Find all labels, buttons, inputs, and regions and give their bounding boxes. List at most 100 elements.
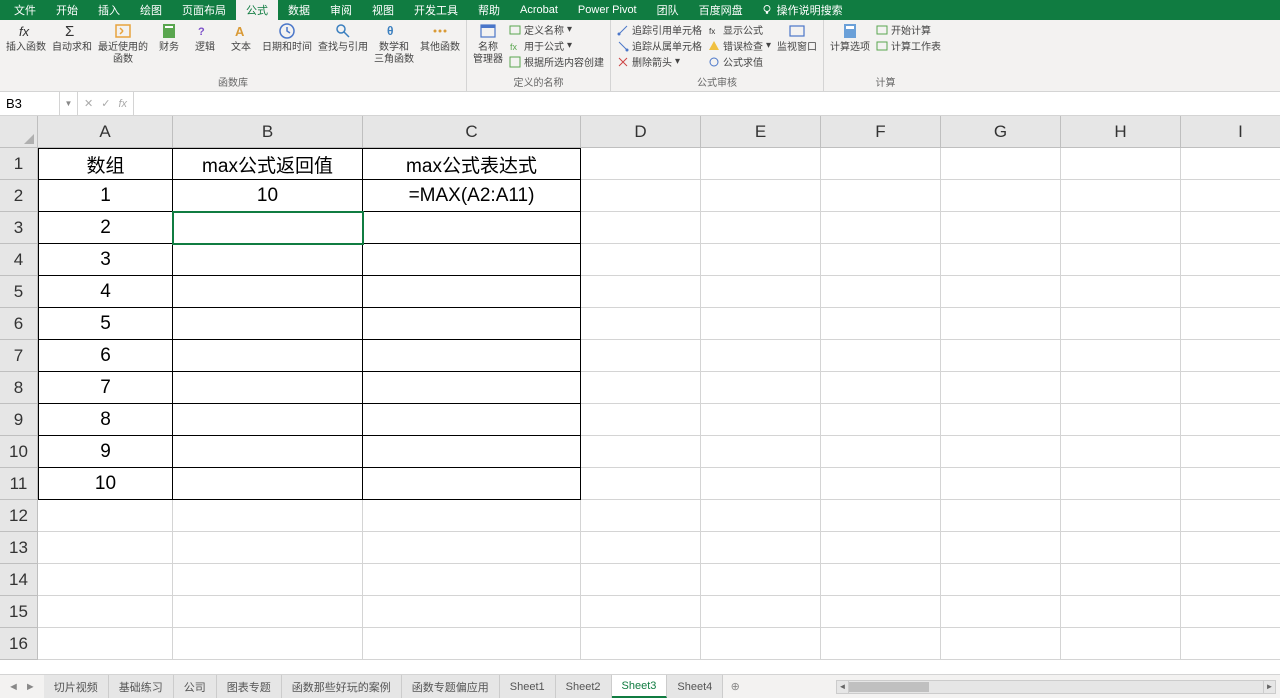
cell-C4[interactable] [363,244,581,276]
spreadsheet-grid[interactable]: ABCDEFGHI 12345678910111213141516 数组max公… [0,116,1280,692]
sheet-tab-3[interactable]: 图表专题 [217,675,282,698]
cell-G4[interactable] [941,244,1061,276]
name-box[interactable]: B3 [0,92,60,115]
cell-E11[interactable] [701,468,821,500]
cell-B12[interactable] [173,500,363,532]
scrollbar-thumb[interactable] [849,682,929,692]
cell-A15[interactable] [38,596,173,628]
logical-button[interactable]: ?逻辑 [190,22,220,54]
cell-H10[interactable] [1061,436,1181,468]
sheet-tab-5[interactable]: 函数专题偏应用 [402,675,500,698]
cell-F15[interactable] [821,596,941,628]
cell-I5[interactable] [1181,276,1280,308]
create-from-selection-button[interactable]: 根据所选内容创建 [509,54,604,69]
cell-G2[interactable] [941,180,1061,212]
cell-A1[interactable]: 数组 [38,148,173,180]
menu-tab-5[interactable]: 公式 [236,0,278,20]
use-in-formula-button[interactable]: fx用于公式 ▾ [509,38,604,53]
cell-H16[interactable] [1061,628,1181,660]
column-header-C[interactable]: C [363,116,581,148]
cell-D4[interactable] [581,244,701,276]
calculate-sheet-button[interactable]: 计算工作表 [876,38,941,53]
column-header-A[interactable]: A [38,116,173,148]
cell-A8[interactable]: 7 [38,372,173,404]
cell-G15[interactable] [941,596,1061,628]
cell-D14[interactable] [581,564,701,596]
cell-B16[interactable] [173,628,363,660]
cell-F7[interactable] [821,340,941,372]
cell-A7[interactable]: 6 [38,340,173,372]
column-header-G[interactable]: G [941,116,1061,148]
cell-G3[interactable] [941,212,1061,244]
cell-I8[interactable] [1181,372,1280,404]
cell-F1[interactable] [821,148,941,180]
insert-function-icon[interactable]: fx [118,98,127,110]
enter-formula-icon[interactable]: ✓ [101,97,110,110]
cell-G9[interactable] [941,404,1061,436]
row-header-4[interactable]: 4 [0,244,38,276]
menu-tab-4[interactable]: 页面布局 [172,0,236,20]
cell-F8[interactable] [821,372,941,404]
cell-F5[interactable] [821,276,941,308]
cell-B14[interactable] [173,564,363,596]
cell-D16[interactable] [581,628,701,660]
datetime-button[interactable]: 日期和时间 [262,22,312,54]
cell-D9[interactable] [581,404,701,436]
row-header-6[interactable]: 6 [0,308,38,340]
menu-tab-6[interactable]: 数据 [278,0,320,20]
lookup-button[interactable]: 查找与引用 [318,22,368,54]
row-header-3[interactable]: 3 [0,212,38,244]
cell-C3[interactable] [363,212,581,244]
cell-A11[interactable]: 10 [38,468,173,500]
cell-H6[interactable] [1061,308,1181,340]
menu-tab-2[interactable]: 插入 [88,0,130,20]
new-sheet-button[interactable]: ⊕ [723,680,747,693]
cell-G7[interactable] [941,340,1061,372]
row-header-14[interactable]: 14 [0,564,38,596]
row-header-9[interactable]: 9 [0,404,38,436]
cell-H13[interactable] [1061,532,1181,564]
cell-G16[interactable] [941,628,1061,660]
tell-me-search[interactable]: 操作说明搜索 [761,2,843,18]
cancel-formula-icon[interactable]: ✕ [84,97,93,110]
cell-C7[interactable] [363,340,581,372]
cell-A4[interactable]: 3 [38,244,173,276]
cell-A5[interactable]: 4 [38,276,173,308]
row-header-16[interactable]: 16 [0,628,38,660]
scroll-left-icon[interactable]: ◄ [837,681,849,693]
row-header-11[interactable]: 11 [0,468,38,500]
cell-I10[interactable] [1181,436,1280,468]
cell-C13[interactable] [363,532,581,564]
cell-D8[interactable] [581,372,701,404]
sheet-tab-8[interactable]: Sheet3 [612,675,668,698]
column-header-I[interactable]: I [1181,116,1280,148]
menu-tab-14[interactable]: 百度网盘 [689,0,753,20]
cell-H11[interactable] [1061,468,1181,500]
text-button[interactable]: A文本 [226,22,256,54]
cell-F2[interactable] [821,180,941,212]
cell-H4[interactable] [1061,244,1181,276]
cell-A16[interactable] [38,628,173,660]
column-header-F[interactable]: F [821,116,941,148]
cell-F13[interactable] [821,532,941,564]
cell-I11[interactable] [1181,468,1280,500]
define-name-button[interactable]: 定义名称 ▾ [509,22,604,37]
cell-H9[interactable] [1061,404,1181,436]
error-checking-button[interactable]: 错误检查 ▾ [708,38,771,53]
cell-G1[interactable] [941,148,1061,180]
cell-D5[interactable] [581,276,701,308]
cell-B7[interactable] [173,340,363,372]
cell-B3[interactable] [173,212,363,244]
cell-B11[interactable] [173,468,363,500]
cell-C5[interactable] [363,276,581,308]
cell-H5[interactable] [1061,276,1181,308]
cell-G5[interactable] [941,276,1061,308]
calculation-options-button[interactable]: 计算选项 [830,22,870,54]
cell-I14[interactable] [1181,564,1280,596]
menu-tab-1[interactable]: 开始 [46,0,88,20]
cell-B5[interactable] [173,276,363,308]
row-header-10[interactable]: 10 [0,436,38,468]
formula-input[interactable] [134,92,1280,115]
cell-H8[interactable] [1061,372,1181,404]
cell-E10[interactable] [701,436,821,468]
